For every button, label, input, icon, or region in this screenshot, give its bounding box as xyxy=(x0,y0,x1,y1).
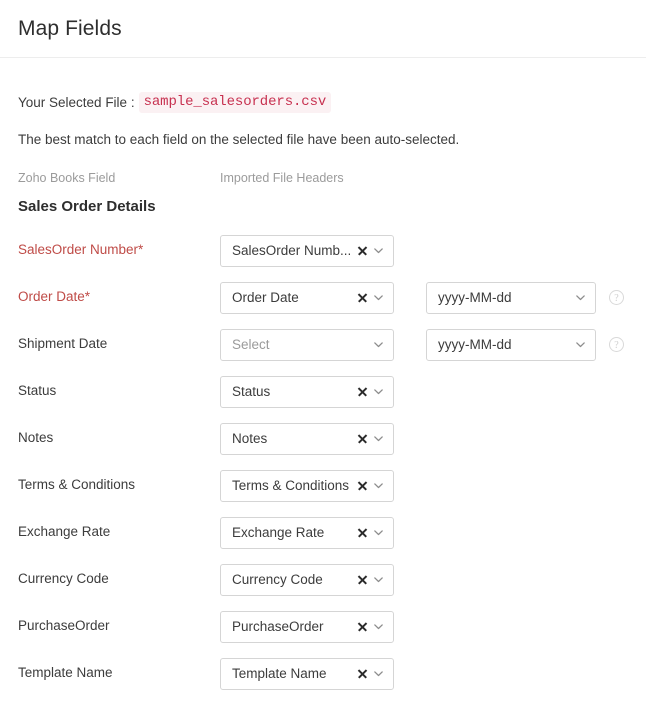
imported-header-value: Terms & Conditions xyxy=(232,478,353,493)
chevron-down-icon[interactable] xyxy=(373,339,384,350)
selected-file-name: sample_salesorders.csv xyxy=(139,92,332,113)
field-label: Notes xyxy=(18,430,220,446)
chevron-down-icon[interactable] xyxy=(373,668,384,679)
page-title: Map Fields xyxy=(18,17,122,41)
close-icon[interactable] xyxy=(357,480,368,491)
field-label: Order Date* xyxy=(18,289,220,305)
close-icon[interactable] xyxy=(357,245,368,256)
close-icon[interactable] xyxy=(357,621,368,632)
column-header-imported-headers: Imported File Headers xyxy=(220,171,344,185)
field-mapping-list: SalesOrder Number* SalesOrder Numb... Orde… xyxy=(18,227,628,697)
imported-header-value: Select xyxy=(232,337,371,352)
close-icon[interactable] xyxy=(357,292,368,303)
field-label: SalesOrder Number* xyxy=(18,242,220,258)
close-icon[interactable] xyxy=(357,668,368,679)
field-mapping-row: Exchange Rate Exchange Rate xyxy=(18,509,628,556)
date-format-value: yyyy-MM-dd xyxy=(438,337,573,352)
imported-header-select[interactable]: Template Name xyxy=(220,658,394,690)
chevron-down-icon[interactable] xyxy=(373,574,384,585)
column-header-zoho-field: Zoho Books Field xyxy=(18,171,220,185)
selected-file-label: Your Selected File : xyxy=(18,95,135,110)
field-label: Currency Code xyxy=(18,571,220,587)
chevron-down-icon[interactable] xyxy=(373,386,384,397)
field-mapping-row: Shipment Date Select yyyy-MM-dd? xyxy=(18,321,628,368)
imported-header-select[interactable]: Exchange Rate xyxy=(220,517,394,549)
field-mapping-row: Currency Code Currency Code xyxy=(18,556,628,603)
field-label: Status xyxy=(18,383,220,399)
imported-header-value: Status xyxy=(232,384,353,399)
field-label: PurchaseOrder xyxy=(18,618,220,634)
help-circle-icon[interactable]: ? xyxy=(609,337,624,352)
chevron-down-icon[interactable] xyxy=(575,292,586,303)
imported-header-select[interactable]: Status xyxy=(220,376,394,408)
close-icon[interactable] xyxy=(357,574,368,585)
imported-header-select[interactable]: SalesOrder Numb... xyxy=(220,235,394,267)
date-format-select[interactable]: yyyy-MM-dd xyxy=(426,282,596,314)
imported-header-value: Order Date xyxy=(232,290,353,305)
field-mapping-row: Status Status xyxy=(18,368,628,415)
imported-header-value: Template Name xyxy=(232,666,353,681)
field-mapping-row: Order Date* Order Date yyyy-MM-dd? xyxy=(18,274,628,321)
chevron-down-icon[interactable] xyxy=(575,339,586,350)
date-format-select[interactable]: yyyy-MM-dd xyxy=(426,329,596,361)
chevron-down-icon[interactable] xyxy=(373,292,384,303)
field-mapping-row: SalesOrder Number* SalesOrder Numb... xyxy=(18,227,628,274)
imported-header-value: Currency Code xyxy=(232,572,353,587)
imported-header-select[interactable]: Notes xyxy=(220,423,394,455)
field-mapping-row: Terms & Conditions Terms & Conditions xyxy=(18,462,628,509)
chevron-down-icon[interactable] xyxy=(373,480,384,491)
section-title: Sales Order Details xyxy=(18,198,628,215)
close-icon[interactable] xyxy=(357,433,368,444)
chevron-down-icon[interactable] xyxy=(373,621,384,632)
field-mapping-row: Template Name Template Name xyxy=(18,650,628,697)
field-mapping-row: PurchaseOrder PurchaseOrder xyxy=(18,603,628,650)
field-mapping-row: Notes Notes xyxy=(18,415,628,462)
chevron-down-icon[interactable] xyxy=(373,527,384,538)
selected-file-row: Your Selected File : sample_salesorders.… xyxy=(18,92,628,113)
close-icon[interactable] xyxy=(357,527,368,538)
page-header: Map Fields xyxy=(0,0,646,58)
close-icon[interactable] xyxy=(357,386,368,397)
help-circle-icon[interactable]: ? xyxy=(609,290,624,305)
imported-header-select[interactable]: Order Date xyxy=(220,282,394,314)
page-content: Your Selected File : sample_salesorders.… xyxy=(0,92,646,697)
imported-header-select[interactable]: Currency Code xyxy=(220,564,394,596)
chevron-down-icon[interactable] xyxy=(373,245,384,256)
field-label: Template Name xyxy=(18,665,220,681)
imported-header-select[interactable]: Terms & Conditions xyxy=(220,470,394,502)
helper-text: The best match to each field on the sele… xyxy=(18,132,628,147)
column-headers: Zoho Books Field Imported File Headers xyxy=(18,171,628,185)
imported-header-select[interactable]: PurchaseOrder xyxy=(220,611,394,643)
field-label: Exchange Rate xyxy=(18,524,220,540)
field-label: Shipment Date xyxy=(18,336,220,352)
imported-header-value: Notes xyxy=(232,431,353,446)
field-label: Terms & Conditions xyxy=(18,477,220,493)
date-format-value: yyyy-MM-dd xyxy=(438,290,573,305)
imported-header-value: SalesOrder Numb... xyxy=(232,243,353,258)
imported-header-select[interactable]: Select xyxy=(220,329,394,361)
imported-header-value: PurchaseOrder xyxy=(232,619,353,634)
chevron-down-icon[interactable] xyxy=(373,433,384,444)
imported-header-value: Exchange Rate xyxy=(232,525,353,540)
